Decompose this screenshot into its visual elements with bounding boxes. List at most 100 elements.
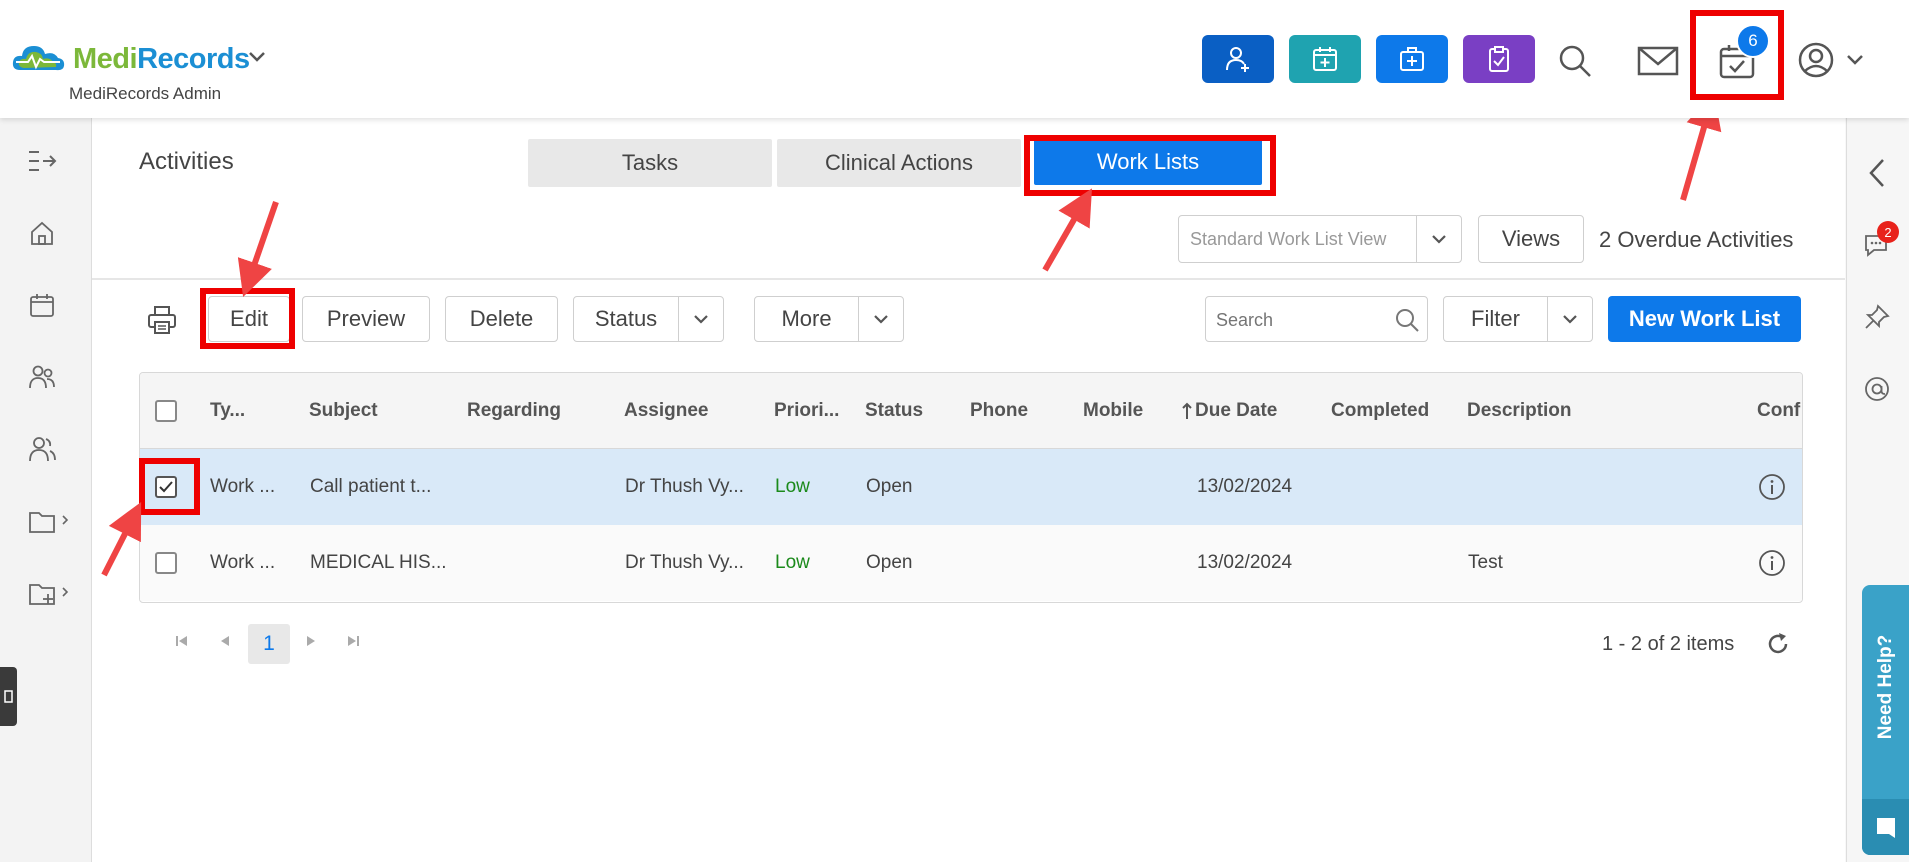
cloud-logo-icon bbox=[10, 40, 66, 74]
contacts-icon[interactable] bbox=[18, 425, 66, 473]
page-number-current[interactable]: 1 bbox=[248, 624, 290, 664]
views-button[interactable]: Views bbox=[1478, 215, 1584, 263]
search-icon[interactable] bbox=[1552, 38, 1598, 84]
row-checkbox[interactable] bbox=[155, 476, 177, 498]
cell-status: Open bbox=[866, 552, 913, 573]
chevron-down-icon[interactable] bbox=[1547, 297, 1592, 341]
last-page-icon[interactable] bbox=[345, 633, 361, 649]
cell-due-date: 13/02/2024 bbox=[1197, 552, 1293, 573]
expand-menu-icon[interactable] bbox=[18, 137, 66, 185]
calendar-icon[interactable] bbox=[18, 281, 66, 329]
cell-description: Test bbox=[1468, 552, 1503, 573]
brand-logo[interactable]: MediRecords bbox=[73, 43, 250, 76]
tab-clinical-actions[interactable]: Clinical Actions bbox=[777, 139, 1021, 187]
brand-medi: Medi bbox=[73, 43, 138, 75]
filter-dropdown-button[interactable]: Filter bbox=[1443, 296, 1593, 342]
new-encounter-button[interactable] bbox=[1376, 35, 1448, 83]
table-row[interactable]: Work ... Call patient t... Dr Thush Vy..… bbox=[140, 449, 1802, 526]
check-icon bbox=[159, 481, 173, 493]
add-patient-button[interactable] bbox=[1202, 35, 1274, 83]
pagination-summary: 1 - 2 of 2 items bbox=[1602, 633, 1735, 655]
column-header-confidential[interactable]: Conf bbox=[1757, 373, 1800, 448]
refresh-icon[interactable] bbox=[1765, 631, 1791, 657]
column-header-assignee[interactable]: Assignee bbox=[624, 373, 708, 448]
sort-ascending-icon bbox=[1182, 402, 1192, 419]
cell-priority: Low bbox=[775, 476, 810, 497]
collapse-panel-chevron-icon[interactable] bbox=[1854, 150, 1900, 196]
cell-type: Work ... bbox=[210, 552, 276, 573]
clipboard-check-icon bbox=[1489, 46, 1509, 72]
overdue-activities-label: 2 Overdue Activities bbox=[1599, 227, 1794, 252]
column-header-regarding[interactable]: Regarding bbox=[467, 373, 561, 448]
column-header-subject[interactable]: Subject bbox=[309, 373, 378, 448]
preview-button[interactable]: Preview bbox=[302, 296, 430, 342]
due-date-header-label: Due Date bbox=[1195, 399, 1278, 421]
column-header-mobile[interactable]: Mobile bbox=[1083, 373, 1143, 448]
folder-icon[interactable] bbox=[24, 497, 72, 545]
need-help-tab[interactable]: Need Help? bbox=[1862, 585, 1909, 855]
home-icon[interactable] bbox=[18, 209, 66, 257]
view-select-value: Standard Work List View bbox=[1190, 228, 1387, 249]
search-input[interactable] bbox=[1214, 305, 1388, 335]
first-page-icon[interactable] bbox=[174, 633, 190, 649]
search-icon[interactable] bbox=[1394, 307, 1420, 333]
column-header-phone[interactable]: Phone bbox=[970, 373, 1028, 448]
next-page-icon[interactable] bbox=[303, 633, 319, 649]
cell-priority: Low bbox=[775, 552, 810, 573]
column-header-priority[interactable]: Priori... bbox=[774, 373, 839, 448]
cell-status: Open bbox=[866, 476, 913, 497]
column-header-type[interactable]: Ty... bbox=[210, 373, 245, 448]
more-dropdown-button[interactable]: More bbox=[754, 296, 904, 342]
cell-due-date: 13/02/2024 bbox=[1197, 476, 1293, 497]
device-icon bbox=[3, 689, 13, 703]
tab-work-lists[interactable]: Work Lists bbox=[1034, 139, 1262, 185]
sub-brand-label: MediRecords Admin bbox=[69, 84, 222, 103]
status-dropdown-button[interactable]: Status bbox=[573, 296, 724, 342]
work-list-view-select[interactable]: Standard Work List View bbox=[1178, 215, 1462, 263]
info-icon[interactable] bbox=[1758, 549, 1786, 577]
tab-tasks[interactable]: Tasks bbox=[528, 139, 772, 187]
patient-group-icon[interactable] bbox=[18, 353, 66, 401]
chevron-down-icon[interactable] bbox=[678, 297, 723, 341]
info-icon[interactable] bbox=[1758, 473, 1786, 501]
edit-button[interactable]: Edit bbox=[208, 296, 290, 342]
mail-icon[interactable] bbox=[1633, 40, 1683, 82]
column-header-status[interactable]: Status bbox=[865, 373, 923, 448]
print-icon[interactable] bbox=[141, 299, 183, 341]
cell-subject: Call patient t... bbox=[310, 476, 432, 497]
column-header-completed[interactable]: Completed bbox=[1331, 373, 1429, 448]
user-chevron-down-icon[interactable] bbox=[1846, 54, 1864, 66]
help-chat-icon[interactable] bbox=[1862, 799, 1909, 855]
chat-count-badge: 2 bbox=[1877, 221, 1899, 243]
calendar-add-icon bbox=[1313, 47, 1337, 71]
column-header-description[interactable]: Description bbox=[1467, 373, 1572, 448]
medical-kit-icon bbox=[1400, 47, 1424, 71]
folder-add-icon[interactable] bbox=[24, 569, 72, 617]
new-task-button[interactable] bbox=[1463, 35, 1535, 83]
select-all-checkbox[interactable] bbox=[155, 400, 177, 422]
more-button-label: More bbox=[781, 306, 832, 331]
table-row[interactable]: Work ... MEDICAL HIS... Dr Thush Vy... L… bbox=[140, 525, 1802, 601]
row-checkbox[interactable] bbox=[155, 552, 177, 574]
chevron-down-icon[interactable] bbox=[1416, 216, 1461, 262]
brand-chevron-down-icon[interactable] bbox=[247, 50, 267, 64]
new-work-list-button[interactable]: New Work List bbox=[1608, 296, 1801, 342]
section-divider bbox=[92, 278, 1845, 280]
brand-records: Records bbox=[137, 43, 250, 75]
cell-assignee: Dr Thush Vy... bbox=[625, 552, 744, 573]
pin-icon[interactable] bbox=[1854, 294, 1900, 340]
mention-icon[interactable] bbox=[1854, 366, 1900, 412]
new-appointment-button[interactable] bbox=[1289, 35, 1361, 83]
cell-subject: MEDICAL HIS... bbox=[310, 552, 447, 573]
user-avatar-icon[interactable] bbox=[1794, 38, 1838, 82]
delete-button[interactable]: Delete bbox=[445, 296, 558, 342]
column-header-due-date[interactable]: Due Date bbox=[1181, 373, 1277, 448]
work-list-grid: Ty... Subject Regarding Assignee Priori.… bbox=[139, 372, 1803, 603]
previous-page-icon[interactable] bbox=[217, 633, 233, 649]
side-drawer-tab[interactable] bbox=[0, 667, 17, 726]
chevron-down-icon[interactable] bbox=[858, 297, 903, 341]
add-patient-icon bbox=[1226, 47, 1249, 72]
page-title: Activities bbox=[139, 148, 234, 175]
filter-button-label: Filter bbox=[1471, 306, 1520, 331]
activities-count-badge: 6 bbox=[1736, 24, 1770, 58]
